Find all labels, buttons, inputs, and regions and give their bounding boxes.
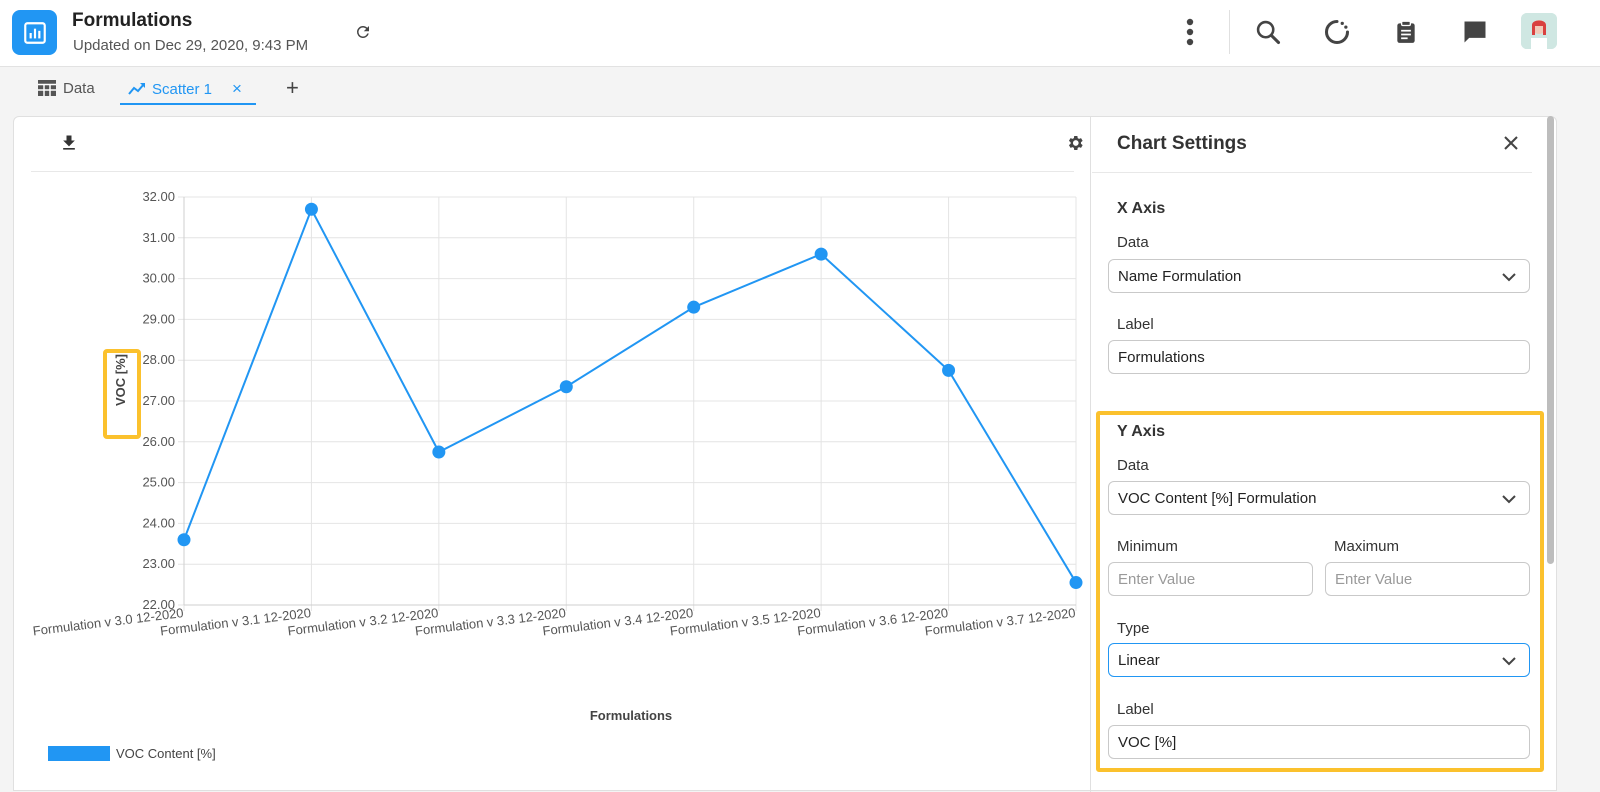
close-icon[interactable] <box>1502 134 1522 154</box>
loading-icon[interactable] <box>1322 17 1352 47</box>
chat-icon[interactable] <box>1460 17 1490 47</box>
table-icon <box>38 80 56 96</box>
y-tick-label: 26.00 <box>142 434 175 449</box>
data-point <box>687 300 701 314</box>
x-data-select[interactable]: Name Formulation <box>1108 259 1530 293</box>
avatar[interactable] <box>1521 13 1557 49</box>
chart-card: 22.00 23.00 24.00 25.00 26.00 27.00 28.00 29.00… <box>13 116 1557 792</box>
chart-grid <box>178 196 1077 611</box>
chart-toolbar <box>31 117 1083 172</box>
y-data-select[interactable]: VOC Content [%] Formulation <box>1108 481 1530 515</box>
chart-series <box>177 202 1083 590</box>
chevron-down-icon <box>1502 495 1516 504</box>
y-tick-label: 31.00 <box>142 230 175 245</box>
download-icon[interactable] <box>59 133 81 155</box>
y-min-placeholder: Enter Value <box>1118 570 1196 588</box>
y-data-value: VOC Content [%] Formulation <box>1118 489 1317 507</box>
chevron-down-icon <box>1502 657 1516 666</box>
data-point <box>1069 576 1083 590</box>
x-label-input[interactable]: Formulations <box>1108 340 1530 374</box>
data-point <box>559 380 573 394</box>
y-type-select[interactable]: Linear <box>1108 643 1530 677</box>
clipboard-icon[interactable] <box>1391 17 1421 47</box>
y-tick-labels: 22.0023.0024.0025.0026.0027.0028.0029.00… <box>142 189 175 612</box>
trending-icon <box>128 83 145 95</box>
legend-label: VOC Content [%] <box>116 746 216 761</box>
chart-settings-panel: Chart Settings X Axis Data Name Formulat… <box>1092 117 1557 792</box>
legend-swatch[interactable] <box>48 746 110 761</box>
y-tick-label: 24.00 <box>142 515 175 530</box>
y-type-value: Linear <box>1118 651 1160 669</box>
active-tab-indicator <box>120 103 256 105</box>
tab-data-label: Data <box>63 79 95 97</box>
page-title: Formulations <box>72 10 193 31</box>
y-axis-section-title: Y Axis <box>1117 423 1166 440</box>
y-label-value: VOC [%] <box>1118 733 1177 751</box>
tab-close-icon[interactable]: × <box>232 79 242 99</box>
y-tick-label: 27.00 <box>142 393 175 408</box>
app-chart-icon[interactable] <box>12 10 57 55</box>
y-tick-label: 30.00 <box>142 271 175 286</box>
y-type-label: Type <box>1117 620 1150 637</box>
y-data-label: Data <box>1117 457 1149 474</box>
tab-bar: Data Scatter 1 × + <box>0 67 1600 111</box>
y-tick-label: 23.00 <box>142 556 175 571</box>
settings-title: Chart Settings <box>1117 133 1247 154</box>
refresh-icon[interactable] <box>354 23 374 43</box>
scrollbar[interactable] <box>1546 116 1556 791</box>
y-axis-label: VOC [%] <box>113 354 128 406</box>
add-tab-button[interactable]: + <box>286 75 299 101</box>
y-tick-label: 29.00 <box>142 311 175 326</box>
y-max-label: Maximum <box>1334 538 1400 555</box>
gear-icon[interactable] <box>1065 133 1087 155</box>
scroll-thumb[interactable] <box>1547 116 1554 564</box>
y-tick-label: 32.00 <box>142 189 175 204</box>
y-tick-label: 25.00 <box>142 475 175 490</box>
y-label-label: Label <box>1117 701 1154 718</box>
top-bar: Formulations Updated on Dec 29, 2020, 9:… <box>0 0 1600 67</box>
y-min-input[interactable]: Enter Value <box>1108 562 1313 596</box>
x-axis-section-title: X Axis <box>1117 200 1166 217</box>
y-max-placeholder: Enter Value <box>1335 570 1413 588</box>
y-max-input[interactable]: Enter Value <box>1325 562 1530 596</box>
tab-data[interactable]: Data <box>37 79 95 97</box>
x-tick-labels: Formulation v 3.0 12-2020Formulation v 3… <box>32 605 1076 638</box>
chevron-down-icon <box>1502 273 1516 282</box>
x-label-label: Label <box>1117 316 1154 333</box>
toolbar-divider <box>1229 10 1230 54</box>
last-updated-text: Updated on Dec 29, 2020, 9:43 PM <box>73 37 309 54</box>
search-icon[interactable] <box>1253 17 1283 47</box>
more-vert-icon[interactable] <box>1175 17 1205 47</box>
data-point <box>814 247 828 261</box>
y-tick-label: 28.00 <box>142 352 175 367</box>
x-data-label: Data <box>1117 234 1149 251</box>
data-point <box>304 202 318 216</box>
line-chart: 22.0023.0024.0025.0026.0027.0028.0029.00… <box>32 189 1083 761</box>
chart-pane: 22.00 23.00 24.00 25.00 26.00 27.00 28.00 29.00… <box>14 117 1091 792</box>
settings-divider <box>1092 172 1532 173</box>
data-point <box>432 445 446 459</box>
x-label-value: Formulations <box>1118 348 1205 366</box>
data-point <box>942 363 956 377</box>
y-label-input[interactable]: VOC [%] <box>1108 725 1530 759</box>
data-point <box>177 533 191 547</box>
y-min-label: Minimum <box>1117 538 1178 555</box>
tab-scatter-1[interactable]: Scatter 1 × <box>128 79 242 99</box>
x-axis-label: Formulations <box>590 708 672 723</box>
x-data-value: Name Formulation <box>1118 267 1242 285</box>
series-line <box>183 206 1077 584</box>
tab-scatter-label: Scatter 1 <box>152 80 213 98</box>
